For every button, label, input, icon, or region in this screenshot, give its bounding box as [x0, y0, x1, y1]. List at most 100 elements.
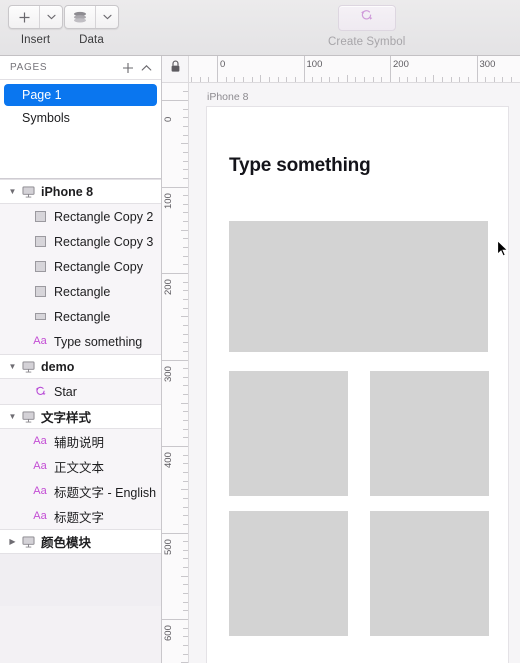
grid-rectangle-2[interactable] [370, 371, 489, 496]
vertical-ruler[interactable]: 0 100 200 300 400 500 600 [162, 83, 189, 663]
plus-icon[interactable] [9, 6, 39, 28]
toolbar-data-group[interactable]: Data [64, 5, 119, 47]
text-icon: Aa [33, 460, 47, 472]
add-page-button[interactable] [119, 59, 137, 77]
layer-item-fuzhu-shuoming[interactable]: Aa 辅助说明 [0, 429, 161, 454]
ruler-tick [183, 627, 188, 629]
ruler-tick [162, 359, 188, 361]
page-label: Page 1 [22, 88, 62, 102]
disclosure-triangle-down-icon[interactable]: ▼ [6, 412, 19, 421]
ruler-tick [208, 77, 210, 82]
layer-item-type-something[interactable]: Aa Type something [0, 329, 161, 354]
ruler-tick [181, 316, 188, 318]
ruler-label: 0 [163, 116, 174, 122]
layer-label: 正文文本 [54, 461, 105, 475]
ruler-tick [183, 420, 188, 422]
artboard-icon [19, 535, 37, 548]
ruler-tick [183, 593, 188, 595]
layer-item-star[interactable]: Star [0, 379, 161, 404]
layer-item-biaoti-wenzi[interactable]: Aa 标题文字 [0, 504, 161, 529]
canvas-artboard-label[interactable]: iPhone 8 [207, 91, 248, 103]
ruler-tick [183, 307, 188, 309]
ruler-tick [459, 77, 461, 82]
ruler-label: 100 [306, 59, 323, 70]
page-item-page-1[interactable]: Page 1 [4, 84, 157, 106]
layers-stack-icon[interactable] [65, 6, 95, 28]
ruler-tick [338, 77, 340, 82]
ruler-label: 300 [163, 365, 174, 382]
ruler-tick [183, 636, 188, 638]
layer-item-biaoti-wenzi-english[interactable]: Aa 标题文字 - English [0, 479, 161, 504]
layer-label: 标题文字 - English [54, 486, 157, 500]
artboard-iphone-8[interactable]: Type something [206, 106, 509, 663]
ruler-tick [183, 480, 188, 482]
page-item-symbols[interactable]: Symbols [4, 107, 157, 129]
insert-segmented-control[interactable] [8, 5, 63, 29]
hero-rectangle[interactable] [229, 221, 488, 352]
data-segmented-control[interactable] [64, 5, 119, 29]
ruler-tick [183, 238, 188, 240]
ruler-tick [183, 644, 188, 646]
ruler-tick [183, 411, 188, 413]
page-label: Symbols [22, 111, 70, 125]
ruler-tick [183, 169, 188, 171]
disclosure-triangle-down-icon[interactable]: ▼ [6, 362, 19, 371]
layer-item-zhengwen-wenben[interactable]: Aa 正文文本 [0, 454, 161, 479]
ruler-tick [183, 281, 188, 283]
ruler-tick [183, 454, 188, 456]
ruler-tick [260, 75, 262, 82]
layer-artboard-text-styles[interactable]: ▼ 文字样式 [0, 404, 161, 429]
layer-item-rectangle-flat[interactable]: Rectangle [0, 304, 161, 329]
text-icon: Aa [33, 510, 47, 522]
ruler-tick [183, 333, 188, 335]
text-icon: Aa [33, 485, 47, 497]
grid-rectangle-4[interactable] [370, 511, 489, 636]
ruler-label: 100 [163, 192, 174, 209]
layer-artboard-color-modules[interactable]: ▶ 颜色模块 [0, 529, 161, 554]
ruler-lock-button[interactable] [162, 56, 189, 83]
layer-item-rectangle-copy-2[interactable]: Rectangle Copy 2 [0, 204, 161, 229]
artboard-icon [19, 410, 37, 423]
collapse-pages-button[interactable] [137, 59, 155, 77]
grid-rectangle-3[interactable] [229, 511, 348, 636]
disclosure-triangle-right-icon[interactable]: ▶ [6, 537, 19, 546]
ruler-tick [346, 75, 348, 82]
ruler-tick [183, 151, 188, 153]
pages-panel-header: PAGES [0, 56, 161, 80]
layer-item-rectangle-copy[interactable]: Rectangle Copy [0, 254, 161, 279]
ruler-label: 200 [393, 59, 409, 70]
layer-item-rectangle-copy-3[interactable]: Rectangle Copy 3 [0, 229, 161, 254]
chevron-down-icon[interactable] [40, 6, 62, 28]
ruler-tick [493, 77, 495, 82]
disclosure-triangle-down-icon[interactable]: ▼ [6, 187, 19, 196]
ruler-tick [485, 77, 487, 82]
layer-artboard-demo[interactable]: ▼ demo [0, 354, 161, 379]
canvas[interactable]: iPhone 8 Type something [189, 83, 520, 663]
artboard-heading[interactable]: Type something [229, 155, 371, 177]
rectangle-icon [30, 261, 50, 272]
horizontal-ruler[interactable]: 0 100 200 300 [189, 56, 520, 83]
ruler-tick [162, 619, 188, 620]
layers-empty-space [0, 554, 161, 606]
create-symbol-button[interactable] [337, 5, 396, 31]
insert-label: Insert [20, 34, 51, 46]
layer-label: Rectangle Copy [54, 259, 143, 274]
ruler-tick [183, 567, 188, 569]
ruler-tick [398, 77, 400, 82]
toolbar-create-symbol-group[interactable]: Create Symbol [328, 5, 405, 49]
layer-label: Rectangle Copy 3 [54, 234, 154, 249]
layer-artboard-iphone-8[interactable]: ▼ iPhone 8 [0, 179, 161, 204]
ruler-tick [268, 77, 270, 82]
layer-item-rectangle[interactable]: Rectangle [0, 279, 161, 304]
ruler-tick [183, 653, 188, 655]
toolbar-insert-group[interactable]: Insert [8, 5, 63, 47]
pages-title: PAGES [10, 62, 48, 73]
ruler-tick [181, 575, 188, 577]
ruler-tick [303, 56, 305, 82]
ruler-tick [183, 298, 188, 300]
ruler-tick [390, 56, 391, 82]
chevron-down-icon[interactable] [96, 6, 118, 28]
ruler-tick [183, 255, 188, 257]
grid-rectangle-1[interactable] [229, 371, 348, 496]
ruler-tick [183, 160, 188, 162]
